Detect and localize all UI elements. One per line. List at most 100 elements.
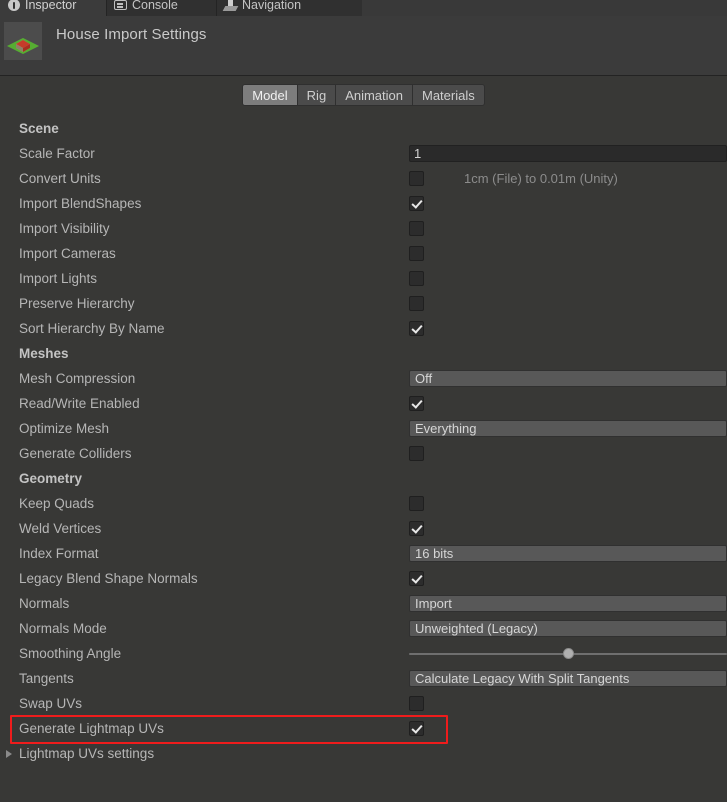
property-row-import-lights[interactable]: Import Lights — [0, 266, 727, 291]
property-row-optimize-mesh[interactable]: Optimize Mesh Everything — [0, 416, 727, 441]
dropdown-normals[interactable]: Import — [409, 595, 727, 612]
property-row-index-format[interactable]: Index Format 16 bits — [0, 541, 727, 566]
property-row-scene: Scene — [0, 116, 727, 141]
property-control: Calculate Legacy With Split Tangents — [409, 666, 727, 691]
property-row-scale-factor[interactable]: Scale Factor — [0, 141, 727, 166]
checkbox-import-lights[interactable] — [409, 271, 424, 286]
input-scale-factor[interactable] — [409, 145, 727, 162]
import-settings-tab-row: Model Rig Animation Materials — [0, 76, 727, 113]
window-tab-label: Console — [132, 0, 178, 12]
window-tab-separator — [216, 0, 217, 16]
checkbox-generate-colliders[interactable] — [409, 446, 424, 461]
property-label: Preserve Hierarchy — [19, 296, 135, 311]
property-control — [409, 566, 727, 591]
property-control — [409, 716, 727, 741]
property-label: Swap UVs — [19, 696, 83, 711]
property-row-generate-lightmap-uvs[interactable]: Generate Lightmap UVs — [0, 716, 727, 741]
property-label: Generate Colliders — [19, 446, 132, 461]
house-model-preview — [4, 22, 42, 60]
property-row-import-visibility[interactable]: Import Visibility — [0, 216, 727, 241]
property-row-swap-uvs[interactable]: Swap UVs — [0, 691, 727, 716]
dropdown-index-format[interactable]: 16 bits — [409, 545, 727, 562]
slider-handle[interactable] — [563, 648, 574, 659]
property-label: Read/Write Enabled — [19, 396, 140, 411]
page-title: House Import Settings — [56, 26, 207, 43]
slider-smoothing-angle[interactable] — [409, 647, 727, 661]
property-control — [409, 241, 727, 266]
property-row-tangents[interactable]: Tangents Calculate Legacy With Split Tang… — [0, 666, 727, 691]
property-control — [409, 216, 727, 241]
property-row-preserve-hierarchy[interactable]: Preserve Hierarchy — [0, 291, 727, 316]
property-row-read-write-enabled[interactable]: Read/Write Enabled — [0, 391, 727, 416]
property-row-mesh-compression[interactable]: Mesh Compression Off — [0, 366, 727, 391]
property-control — [409, 391, 727, 416]
checkbox-read-write-enabled[interactable] — [409, 396, 424, 411]
property-control: Off — [409, 366, 727, 391]
checkbox-generate-lightmap-uvs[interactable] — [409, 721, 424, 736]
property-control — [409, 266, 727, 291]
checkbox-preserve-hierarchy[interactable] — [409, 296, 424, 311]
property-label: Keep Quads — [19, 496, 95, 511]
checkbox-weld-vertices[interactable] — [409, 521, 424, 536]
property-control — [409, 491, 727, 516]
property-label: Weld Vertices — [19, 521, 102, 536]
property-row-smoothing-angle[interactable]: Smoothing Angle — [0, 641, 727, 666]
property-row-import-blendshapes[interactable]: Import BlendShapes — [0, 191, 727, 216]
property-control: Import — [409, 591, 727, 616]
property-label: Tangents — [19, 671, 74, 686]
checkbox-keep-quads[interactable] — [409, 496, 424, 511]
checkbox-import-blendshapes[interactable] — [409, 196, 424, 211]
dropdown-mesh-compression[interactable]: Off — [409, 370, 727, 387]
checkbox-swap-uvs[interactable] — [409, 696, 424, 711]
dropdown-optimize-mesh[interactable]: Everything — [409, 420, 727, 437]
tab-rig[interactable]: Rig — [297, 83, 337, 106]
property-row-geometry: Geometry — [0, 466, 727, 491]
property-control: 1cm (File) to 0.01m (Unity) — [409, 166, 727, 191]
window-tab-console[interactable]: Console — [106, 0, 234, 16]
tab-animation[interactable]: Animation — [336, 83, 413, 106]
property-row-keep-quads[interactable]: Keep Quads — [0, 491, 727, 516]
property-row-sort-hierarchy-by-name[interactable]: Sort Hierarchy By Name — [0, 316, 727, 341]
property-row-convert-units[interactable]: Convert Units 1cm (File) to 0.01m (Unity) — [0, 166, 727, 191]
property-label: Meshes — [19, 346, 69, 361]
property-label: Import Cameras — [19, 246, 116, 261]
chevron-right-icon[interactable] — [6, 749, 12, 758]
checkbox-sort-hierarchy-by-name[interactable] — [409, 321, 424, 336]
property-label: Normals Mode — [19, 621, 107, 636]
tab-model[interactable]: Model — [242, 83, 298, 106]
model-import-properties: Scene Scale Factor Convert Units 1cm (File)… — [0, 113, 727, 766]
tab-materials[interactable]: Materials — [413, 83, 485, 106]
window-tab-navigation[interactable]: Navigation — [216, 0, 362, 16]
property-label: Mesh Compression — [19, 371, 136, 386]
property-label: Import Visibility — [19, 221, 110, 236]
property-row-generate-colliders[interactable]: Generate Colliders — [0, 441, 727, 466]
asset-header: House Import Settings — [0, 16, 727, 76]
console-icon — [114, 0, 127, 10]
property-row-normals[interactable]: Normals Import — [0, 591, 727, 616]
dropdown-tangents[interactable]: Calculate Legacy With Split Tangents — [409, 670, 727, 687]
property-control — [409, 641, 727, 666]
checkbox-import-cameras[interactable] — [409, 246, 424, 261]
inspector-icon — [8, 0, 20, 11]
property-control — [409, 691, 727, 716]
property-control — [409, 291, 727, 316]
property-label: Import Lights — [19, 271, 98, 286]
property-row-legacy-blend-shape-normals[interactable]: Legacy Blend Shape Normals — [0, 566, 727, 591]
window-tab-label: Inspector — [25, 0, 77, 12]
property-label: Import BlendShapes — [19, 196, 142, 211]
property-control — [409, 141, 727, 166]
property-label: Legacy Blend Shape Normals — [19, 571, 198, 586]
property-row-weld-vertices[interactable]: Weld Vertices — [0, 516, 727, 541]
property-label: Sort Hierarchy By Name — [19, 321, 165, 336]
checkbox-convert-units[interactable] — [409, 171, 424, 186]
checkbox-legacy-blend-shape-normals[interactable] — [409, 571, 424, 586]
house-model-preview-svg — [4, 22, 42, 60]
import-settings-tabs: Model Rig Animation Materials — [242, 83, 485, 106]
dropdown-normals-mode[interactable]: Unweighted (Legacy) — [409, 620, 727, 637]
property-row-lightmap-uvs-settings[interactable]: Lightmap UVs settings — [0, 741, 727, 766]
property-label: Optimize Mesh — [19, 421, 110, 436]
property-row-normals-mode[interactable]: Normals Mode Unweighted (Legacy) — [0, 616, 727, 641]
checkbox-import-visibility[interactable] — [409, 221, 424, 236]
property-row-import-cameras[interactable]: Import Cameras — [0, 241, 727, 266]
property-label: Lightmap UVs settings — [19, 746, 155, 761]
